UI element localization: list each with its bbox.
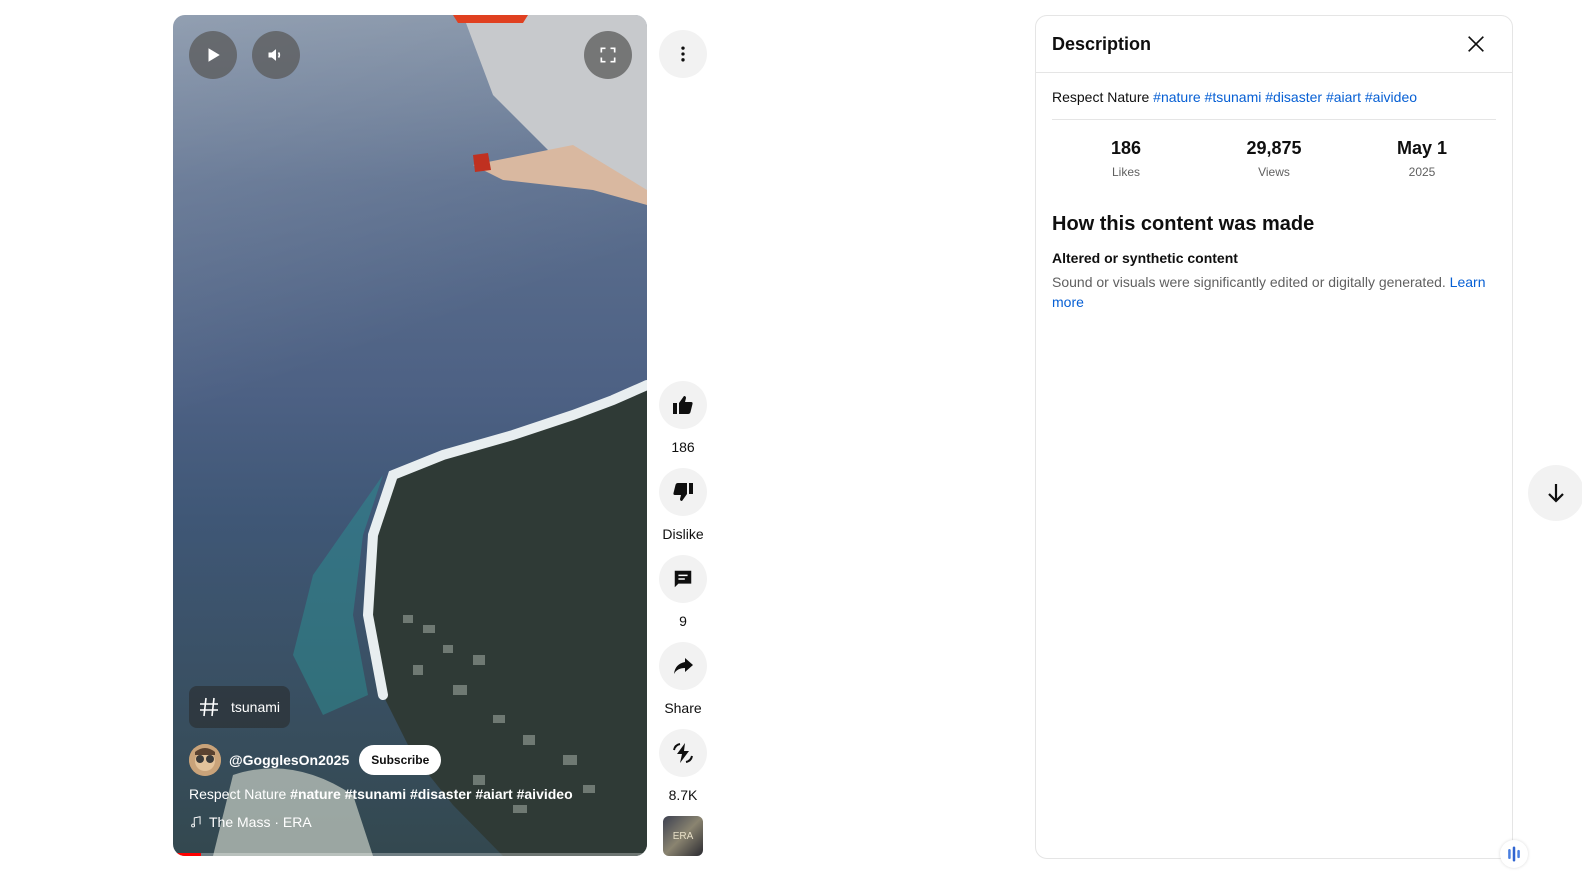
progress-bar[interactable] — [173, 853, 647, 856]
how-content-made-title: How this content was made — [1052, 213, 1315, 235]
thumb-down-icon — [673, 483, 693, 501]
play-icon — [208, 48, 220, 62]
next-video-button[interactable] — [1528, 465, 1582, 521]
like-action: 186 — [659, 381, 707, 455]
avatar[interactable] — [189, 744, 221, 776]
stat-likes: 186 Likes — [1061, 138, 1191, 179]
hashtag-chip[interactable]: tsunami — [189, 686, 291, 728]
hashtag-icon — [200, 697, 218, 717]
description-tag-disaster[interactable]: #disaster — [1265, 89, 1322, 105]
comment-button[interactable] — [659, 555, 707, 603]
description-text: Respect Nature #nature #tsunami #disaste… — [1052, 89, 1496, 120]
stat-value: 186 — [1110, 138, 1142, 158]
stat-label: Views — [1258, 165, 1290, 179]
fullscreen-icon — [600, 47, 616, 63]
more-vert-icon — [681, 46, 685, 62]
dislike-button[interactable] — [659, 468, 707, 516]
comment-count: 9 — [679, 613, 687, 629]
description-tag-aivideo[interactable]: #aivideo — [1365, 89, 1417, 105]
play-button[interactable] — [189, 31, 237, 79]
description-tag-tsunami[interactable]: #tsunami — [1205, 89, 1262, 105]
share-action: Share — [659, 642, 707, 716]
thumb-up-icon — [673, 396, 693, 414]
close-icon — [1468, 36, 1484, 52]
dislike-action: Dislike — [659, 468, 707, 542]
stat-value: 29,875 — [1246, 138, 1302, 158]
volume-icon — [268, 49, 281, 61]
remix-icon — [673, 743, 693, 763]
more-options-button[interactable] — [659, 30, 707, 78]
panel-title: Description — [1052, 33, 1152, 54]
dislike-label: Dislike — [662, 526, 704, 542]
music-note-icon — [191, 816, 201, 828]
share-label: Share — [664, 700, 702, 716]
altered-content-description: Sound or visuals were significantly edit… — [1052, 272, 1496, 312]
panel-header: Description — [1036, 16, 1512, 73]
assistant-button[interactable] — [1500, 840, 1528, 868]
music-thumbnail[interactable]: ERA — [663, 816, 703, 856]
channel-row: @GogglesOn2025 Subscribe — [189, 744, 442, 776]
close-button[interactable] — [1456, 24, 1496, 64]
music-title: The Mass · ERA — [209, 814, 312, 830]
remix-button[interactable] — [659, 729, 707, 777]
hashtag-chip-label: tsunami — [231, 699, 281, 715]
music-thumbnail-text: ERA — [672, 830, 694, 842]
channel-name[interactable]: @GogglesOn2025 — [229, 752, 349, 768]
description-tag-aiart[interactable]: #aiart — [1326, 89, 1361, 105]
video-title-text: Respect Nature — [189, 786, 287, 802]
altered-content-title: Altered or synthetic content — [1052, 250, 1238, 266]
remix-action: 8.7K — [659, 729, 707, 803]
like-button[interactable] — [659, 381, 707, 429]
video-player[interactable]: tsunami @GogglesOn2025 Subscribe Respect… — [173, 15, 647, 856]
subscribe-button[interactable]: Subscribe — [359, 745, 442, 775]
stat-views: 29,875 Views — [1209, 138, 1339, 179]
progress-fill — [173, 853, 202, 856]
stat-date: May 1 2025 — [1357, 138, 1487, 179]
video-frame-scene — [213, 15, 647, 856]
fullscreen-button[interactable] — [584, 31, 632, 79]
comment-icon — [674, 570, 692, 588]
stat-label: Likes — [1111, 165, 1140, 179]
stats-row: 186 Likes 29,875 Views May 1 2025 — [1052, 138, 1496, 179]
description-tag-nature[interactable]: #nature — [1153, 89, 1200, 105]
altered-desc-text: Sound or visuals were significantly edit… — [1052, 274, 1446, 290]
music-row[interactable]: The Mass · ERA — [189, 814, 312, 830]
avatar-image — [189, 744, 221, 776]
volume-button[interactable] — [252, 31, 300, 79]
comment-action: 9 — [659, 555, 707, 629]
stat-label: 2025 — [1408, 165, 1436, 179]
share-button[interactable] — [659, 642, 707, 690]
remix-count: 8.7K — [668, 787, 698, 803]
assistant-icon — [1508, 846, 1520, 862]
share-icon — [674, 658, 693, 674]
video-title-tags[interactable]: #nature #tsunami #disaster #aiart #aivid… — [290, 786, 572, 802]
video-title[interactable]: Respect Nature #nature #tsunami #disaste… — [189, 786, 573, 802]
stat-value: May 1 — [1396, 138, 1448, 158]
description-panel: Description Respect Nature #nature #tsun… — [1035, 15, 1513, 859]
like-count: 186 — [671, 439, 695, 455]
description-plain: Respect Nature — [1052, 89, 1150, 105]
arrow-down-icon — [1548, 484, 1564, 503]
